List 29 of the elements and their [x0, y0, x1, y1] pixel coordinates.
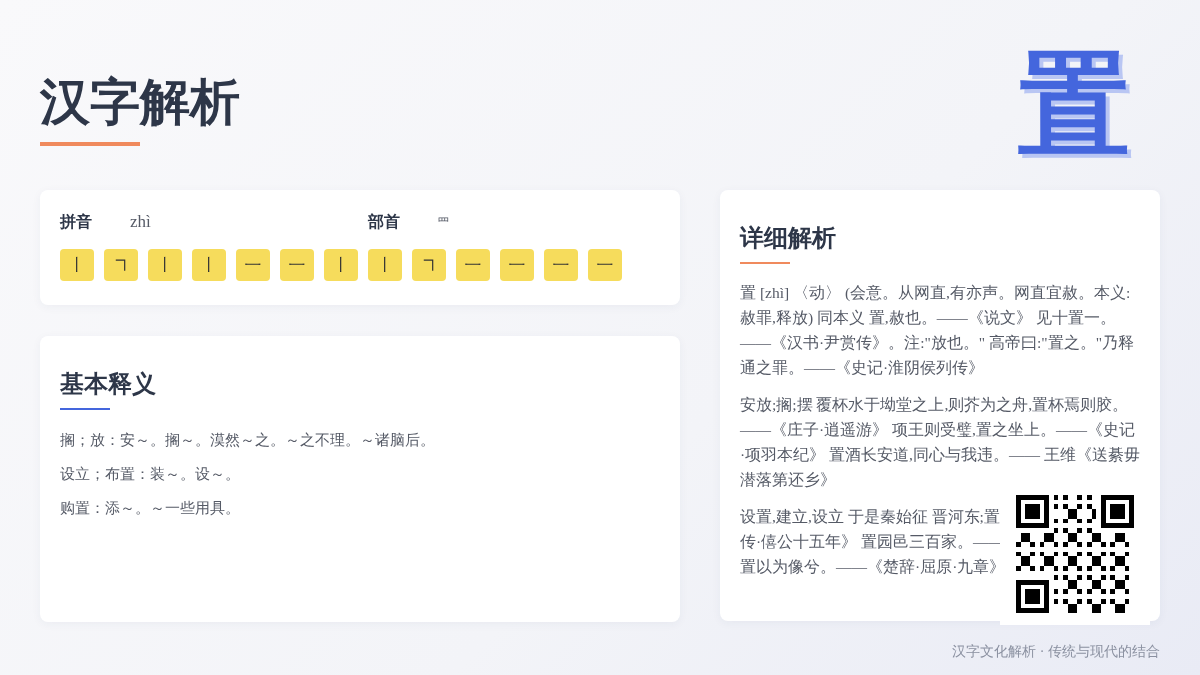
pinyin-label: 拼音: [60, 211, 93, 232]
radical-label: 部首: [368, 211, 401, 232]
section-heading: 基本释义: [60, 370, 157, 399]
stroke-tile: ㇐: [544, 249, 578, 281]
stroke-tile: ㇐: [236, 249, 270, 281]
definition-text: 搁；放：安～。搁～。漠然～之。～之不理。～诸脑后。: [60, 431, 436, 450]
page-title: 汉字解析: [40, 73, 240, 132]
stroke-tile: ㇕: [104, 249, 138, 281]
radical-value: 罒: [438, 214, 450, 230]
stroke-tile: ㇕: [412, 249, 446, 281]
detail-paragraph: 安放;搁;摆 覆杯水于坳堂之上,则芥为之舟,置杯焉则胶。——《庄子·逍遥游》 项王则受璧,置之坐上。——《史记·项羽本纪》 置酒长安道,同心与我违。—— 王维《送綦毋潜落第还乡》: [740, 395, 1140, 490]
stroke-tile: ㇐: [500, 249, 534, 281]
stroke-tile: ㇐: [280, 249, 314, 281]
stroke-tile: ㇑: [324, 249, 358, 281]
stroke-tile: ㇑: [60, 249, 94, 281]
stroke-tile: ㇑: [368, 249, 402, 281]
section-heading: 详细解析: [740, 224, 837, 253]
pinyin-value: zhì: [130, 212, 152, 232]
detail-paragraph: 置 [zhì] 〈动〉 (会意。从网直,有亦声。网直宜赦。本义:赦罪,释放) 同本义 置,赦也。——《说文》 见十置一。——《汉书·尹赏传》。注:"放也。" 高帝曰:"置之。"乃释通之罪。——《史记·淮阴侯列传》: [740, 283, 1135, 378]
stroke-tile: ㇑: [148, 249, 182, 281]
stroke-tile: ㇑: [192, 249, 226, 281]
footer-text: 汉字文化解析 · 传统与现代的结合: [952, 643, 1160, 661]
detail-line: 设置,建立,设立 于是秦始征 晋河东;置: [740, 507, 1001, 527]
featured-character: 置: [1018, 44, 1130, 164]
stroke-tile: ㇐: [588, 249, 622, 281]
definition-text: 购置：添～。～一些用具。: [60, 499, 241, 518]
definition-text: 设立；布置：装～。设～。: [60, 465, 241, 484]
detail-line: 置以为像兮。——《楚辞·屈原·九章》: [740, 557, 1007, 577]
stroke-tile: ㇐: [456, 249, 490, 281]
